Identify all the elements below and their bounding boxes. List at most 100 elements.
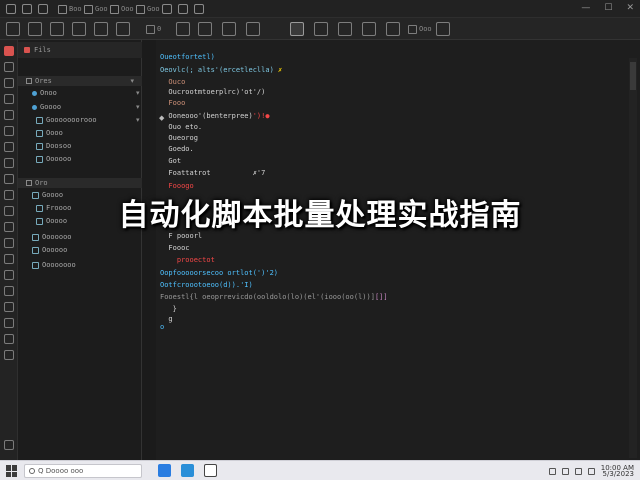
accounts-icon[interactable] — [4, 350, 14, 360]
tasks-icon[interactable] — [4, 238, 14, 248]
menu-label: Goo — [95, 5, 108, 13]
file-icon — [36, 116, 43, 124]
code-line: o — [160, 322, 164, 332]
code-text: Fooo — [160, 99, 186, 107]
tree-item[interactable]: Goooo ▾ — [32, 102, 140, 112]
debug-icon[interactable] — [198, 22, 212, 36]
chevron-icon: ▾ — [136, 116, 140, 124]
output-icon[interactable] — [4, 254, 14, 264]
database-icon[interactable] — [4, 174, 14, 184]
extensions-view-icon[interactable] — [4, 110, 14, 120]
code-line: Oopfooooorsecoo ortlot(')'2) — [160, 268, 278, 278]
tree-item-label: Oooooo — [42, 246, 68, 254]
menu-item-4[interactable]: Goo — [136, 3, 160, 15]
chat-icon[interactable] — [4, 318, 14, 328]
file-icon — [32, 233, 39, 241]
tree-item-label: Onoo — [40, 89, 57, 97]
redo-icon[interactable] — [94, 22, 108, 36]
section-header-2[interactable]: Oro — [18, 178, 142, 188]
code-text: Oueorog — [160, 134, 198, 142]
notebook-icon[interactable] — [4, 302, 14, 312]
file-icon[interactable] — [22, 3, 32, 15]
explorer-icon[interactable] — [4, 46, 14, 56]
search-code-icon[interactable] — [246, 22, 260, 36]
minimap-slider[interactable] — [630, 62, 636, 90]
chevron-down-icon: ▾ — [130, 77, 134, 85]
code-text: Ootfcroootoeoo(d)).'I) — [160, 281, 253, 289]
close-button[interactable]: ✕ — [626, 3, 634, 13]
layout-icon[interactable] — [178, 3, 188, 15]
file-explorer-icon[interactable] — [204, 464, 217, 477]
source-control-icon[interactable] — [4, 78, 14, 88]
run-debug-icon[interactable] — [4, 94, 14, 104]
tree-item[interactable]: Oooooo — [36, 154, 71, 164]
tree-item[interactable]: Doosoo — [36, 141, 71, 151]
app-menu-icon[interactable] — [6, 3, 16, 15]
minimap[interactable] — [629, 58, 637, 458]
new-file-icon[interactable] — [6, 22, 20, 36]
git-icon[interactable] — [362, 22, 376, 36]
battery-icon[interactable] — [574, 467, 582, 475]
run-icon[interactable] — [176, 22, 190, 36]
section-title: Oro — [35, 179, 48, 187]
build-config[interactable]: 0 — [146, 24, 161, 34]
tree-item[interactable]: Oooooo — [32, 245, 67, 255]
split-view-icon[interactable] — [290, 22, 304, 36]
start-icon[interactable] — [6, 465, 18, 477]
terminal-icon[interactable] — [338, 22, 352, 36]
network-icon[interactable] — [548, 467, 556, 475]
menu-item-2[interactable]: Goo — [84, 3, 108, 15]
code-token: ')!● — [252, 112, 270, 120]
undo-icon[interactable] — [72, 22, 86, 36]
live-share-icon[interactable] — [4, 334, 14, 344]
toolbar: 0 Ooo — [0, 18, 640, 40]
code-text: prooectot — [160, 256, 215, 264]
code-text: Fooogo — [160, 182, 194, 190]
tree-item-label: Doosoo — [46, 142, 72, 150]
volume-icon[interactable] — [561, 467, 569, 475]
account-icon[interactable] — [194, 3, 204, 15]
extension-icon[interactable] — [162, 3, 172, 15]
line-gutter — [142, 40, 156, 460]
code-text: Oueotfortetl) — [160, 53, 215, 61]
tree-item-label: Oooooo — [46, 155, 72, 163]
maximize-button[interactable]: ☐ — [604, 3, 612, 13]
open-folder-icon[interactable] — [28, 22, 42, 36]
clock[interactable]: 10:00 AM 5/3/2023 — [601, 465, 634, 478]
ide-window: Boo Goo Ooo Goo — ☐ ✕ 0 Ooo Fils Ores ▾ … — [0, 0, 640, 460]
panel-icon[interactable] — [314, 22, 328, 36]
tree-item-label: Gooooooorooo — [46, 116, 97, 124]
cut-icon[interactable] — [116, 22, 130, 36]
remote-icon[interactable] — [4, 126, 14, 136]
save-all-icon[interactable] — [50, 22, 64, 36]
section-header-1[interactable]: Ores ▾ — [18, 76, 142, 86]
search-icon — [29, 468, 35, 474]
testing-icon[interactable] — [4, 142, 14, 152]
taskbar-search[interactable]: Q Doooo ooo — [24, 464, 142, 478]
minimize-button[interactable]: — — [581, 3, 590, 13]
browser-icon[interactable] — [158, 464, 171, 477]
settings-icon[interactable] — [386, 22, 400, 36]
menu-item-3[interactable]: Ooo — [110, 3, 134, 15]
docker-icon[interactable] — [4, 158, 14, 168]
tree-item[interactable]: Oooooooo — [32, 260, 76, 270]
save-icon[interactable] — [38, 3, 48, 15]
title-bar: Boo Goo Ooo Goo — ☐ ✕ — [0, 0, 640, 18]
code-line: prooectot — [160, 255, 215, 265]
menu-item-1[interactable]: Boo — [58, 3, 82, 15]
notification-icon[interactable] — [587, 467, 595, 475]
tree-item[interactable]: Oooo — [36, 128, 63, 138]
tree-item[interactable]: Gooooooorooo ▾ — [36, 115, 140, 125]
problems-icon[interactable] — [4, 270, 14, 280]
profile-chip[interactable]: Ooo — [408, 24, 432, 34]
code-line: Fooestl{l oeoprrevicdo(ooldolo(lo)(el'(i… — [160, 292, 388, 302]
manage-icon[interactable] — [4, 440, 14, 450]
code-editor[interactable]: ◆ Oueotfortetl) Oeovlc(; alts'(ercetlecll… — [142, 40, 640, 460]
tree-item[interactable]: Onoo ▾ — [32, 88, 140, 98]
search-icon[interactable] — [4, 62, 14, 72]
explorer-dot-icon — [24, 47, 30, 53]
store-icon[interactable] — [181, 464, 194, 477]
extensions-icon[interactable] — [436, 22, 450, 36]
ports-icon[interactable] — [4, 286, 14, 296]
bookmark-icon[interactable] — [222, 22, 236, 36]
